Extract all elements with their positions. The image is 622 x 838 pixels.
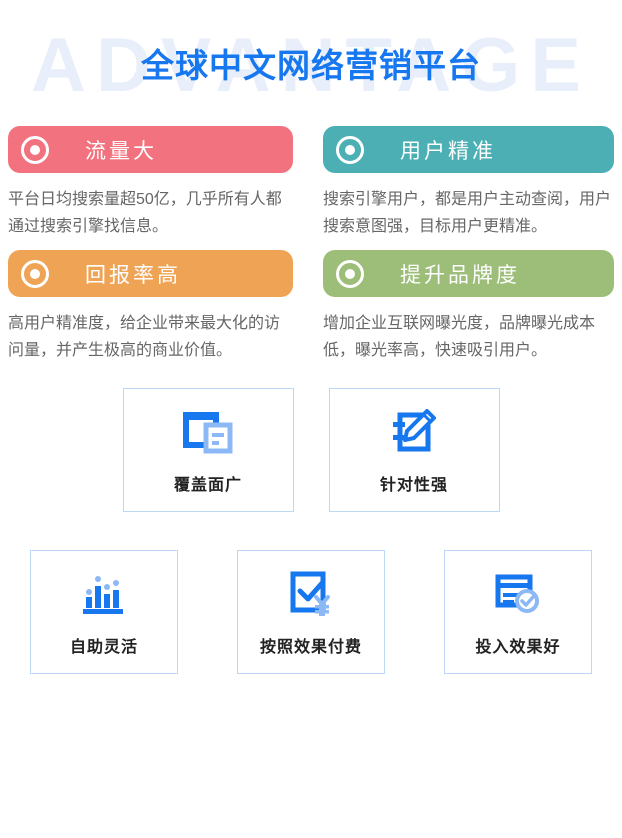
page-title: 全球中文网络营销平台	[141, 47, 481, 84]
icon-box-caption: 覆盖面广	[173, 476, 242, 494]
feature-pill[interactable]: 提升品牌度	[323, 250, 614, 297]
page-title-wrap: 全球中文网络营销平台	[0, 44, 622, 88]
bullseye-icon	[21, 259, 49, 288]
feature-title: 流量大	[85, 139, 157, 163]
feature-card: 提升品牌度 增加企业互联网曝光度，品牌曝光成本低，曝光率高，快速吸引用户。	[311, 250, 614, 364]
icon-box-self-service[interactable]: 自助灵活	[30, 550, 178, 674]
feature-card-list: 流量大 平台日均搜索量超50亿，几乎所有人都通过搜索引擎找信息。 用户精准 搜索…	[0, 126, 622, 374]
feature-pill[interactable]: 流量大	[8, 126, 293, 173]
feature-pill[interactable]: 回报率高	[8, 250, 293, 297]
icon-box-row-secondary: 自助灵活 按照效果付费 投入效果好	[0, 550, 622, 674]
feature-description: 搜索引擎用户，都是用户主动查阅，用户搜索意图强，目标用户更精准。	[323, 191, 612, 235]
feature-card: 用户精准 搜索引擎用户，都是用户主动查阅，用户搜索意图强，目标用户更精准。	[311, 126, 614, 240]
card-check-icon	[493, 568, 543, 620]
feature-title: 提升品牌度	[400, 263, 520, 287]
edit-pencil-icon	[391, 406, 437, 458]
feature-description: 高用户精准度，给企业带来最大化的访问量，并产生极高的商业价值。	[8, 315, 281, 359]
page-header: ADVANTAGE 全球中文网络营销平台	[0, 0, 622, 126]
feature-card: 回报率高 高用户精准度，给企业带来最大化的访问量，并产生极高的商业价值。	[8, 250, 311, 364]
icon-box-targeting[interactable]: 针对性强	[328, 388, 500, 512]
feature-card: 流量大 平台日均搜索量超50亿，几乎所有人都通过搜索引擎找信息。	[8, 126, 311, 240]
icon-box-caption: 按照效果付费	[259, 638, 362, 656]
feature-pill[interactable]: 用户精准	[323, 126, 614, 173]
icon-box-roi[interactable]: 投入效果好	[444, 550, 592, 674]
bullseye-icon	[21, 135, 49, 164]
icon-box-caption: 自助灵活	[69, 638, 138, 656]
bar-chart-icon	[80, 568, 128, 620]
feature-description: 平台日均搜索量超50亿，几乎所有人都通过搜索引擎找信息。	[8, 191, 282, 235]
bullseye-icon	[336, 135, 364, 164]
bullseye-icon	[336, 259, 364, 288]
feature-title: 回报率高	[85, 263, 181, 287]
checkbox-yuan-icon	[287, 568, 335, 620]
icon-box-caption: 投入效果好	[475, 638, 561, 656]
window-document-icon	[182, 406, 234, 458]
icon-box-row-primary: 覆盖面广 针对性强	[0, 388, 622, 512]
feature-description: 增加企业互联网曝光度，品牌曝光成本低，曝光率高，快速吸引用户。	[323, 315, 596, 359]
icon-box-caption: 针对性强	[379, 476, 448, 494]
icon-box-pay-per-performance[interactable]: 按照效果付费	[237, 550, 385, 674]
feature-title: 用户精准	[400, 139, 496, 163]
icon-box-coverage[interactable]: 覆盖面广	[122, 388, 294, 512]
